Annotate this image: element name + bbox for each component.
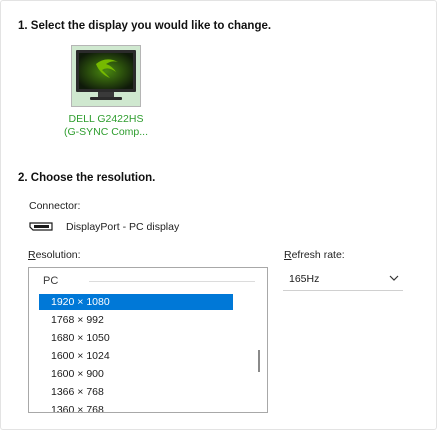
resolution-scrollbar[interactable] [258,350,260,372]
chevron-down-icon [389,275,399,281]
monitor-icon [76,50,136,100]
resolution-item[interactable]: 1360 × 768 [39,402,233,412]
display-name-line2: (G-SYNC Comp... [63,126,148,138]
displayport-icon [29,222,53,231]
resolution-item[interactable]: 1366 × 768 [39,384,233,400]
resolution-item[interactable]: 1768 × 992 [39,312,233,328]
refresh-label-accesskey: R [284,249,292,261]
display-tile-dell[interactable] [71,45,141,107]
resolution-group-label: PC [43,275,59,287]
group-divider [89,281,255,282]
step2-heading: 2. Choose the resolution. [18,172,156,184]
display-name[interactable]: DELL G2422HS (G-SYNC Comp... [53,113,159,139]
resolution-item[interactable]: 1600 × 1024 [39,348,233,364]
display-settings-panel: 1. Select the display you would like to … [0,0,437,430]
refresh-rate-dropdown[interactable]: 165Hz [283,269,403,291]
refresh-label-text: efresh rate: [291,249,345,261]
step1-heading: 1. Select the display you would like to … [18,20,272,32]
resolution-label-text: esolution: [35,249,81,261]
refresh-rate-label: Refresh rate: [284,249,345,261]
resolution-label: Resolution: [28,249,81,261]
resolution-item[interactable]: 1680 × 1050 [39,330,233,346]
resolution-item[interactable]: 1920 × 1080 [39,294,233,310]
resolution-list[interactable]: PC 1920 × 1080 1768 × 992 1680 × 1050 16… [28,267,268,413]
refresh-rate-value: 165Hz [289,273,320,285]
resolution-label-accesskey: R [28,249,36,261]
connector-label: Connector: [29,200,81,212]
resolution-item[interactable]: 1600 × 900 [39,366,233,382]
display-name-line1: DELL G2422HS [68,113,144,125]
connector-value: DisplayPort - PC display [66,221,180,233]
